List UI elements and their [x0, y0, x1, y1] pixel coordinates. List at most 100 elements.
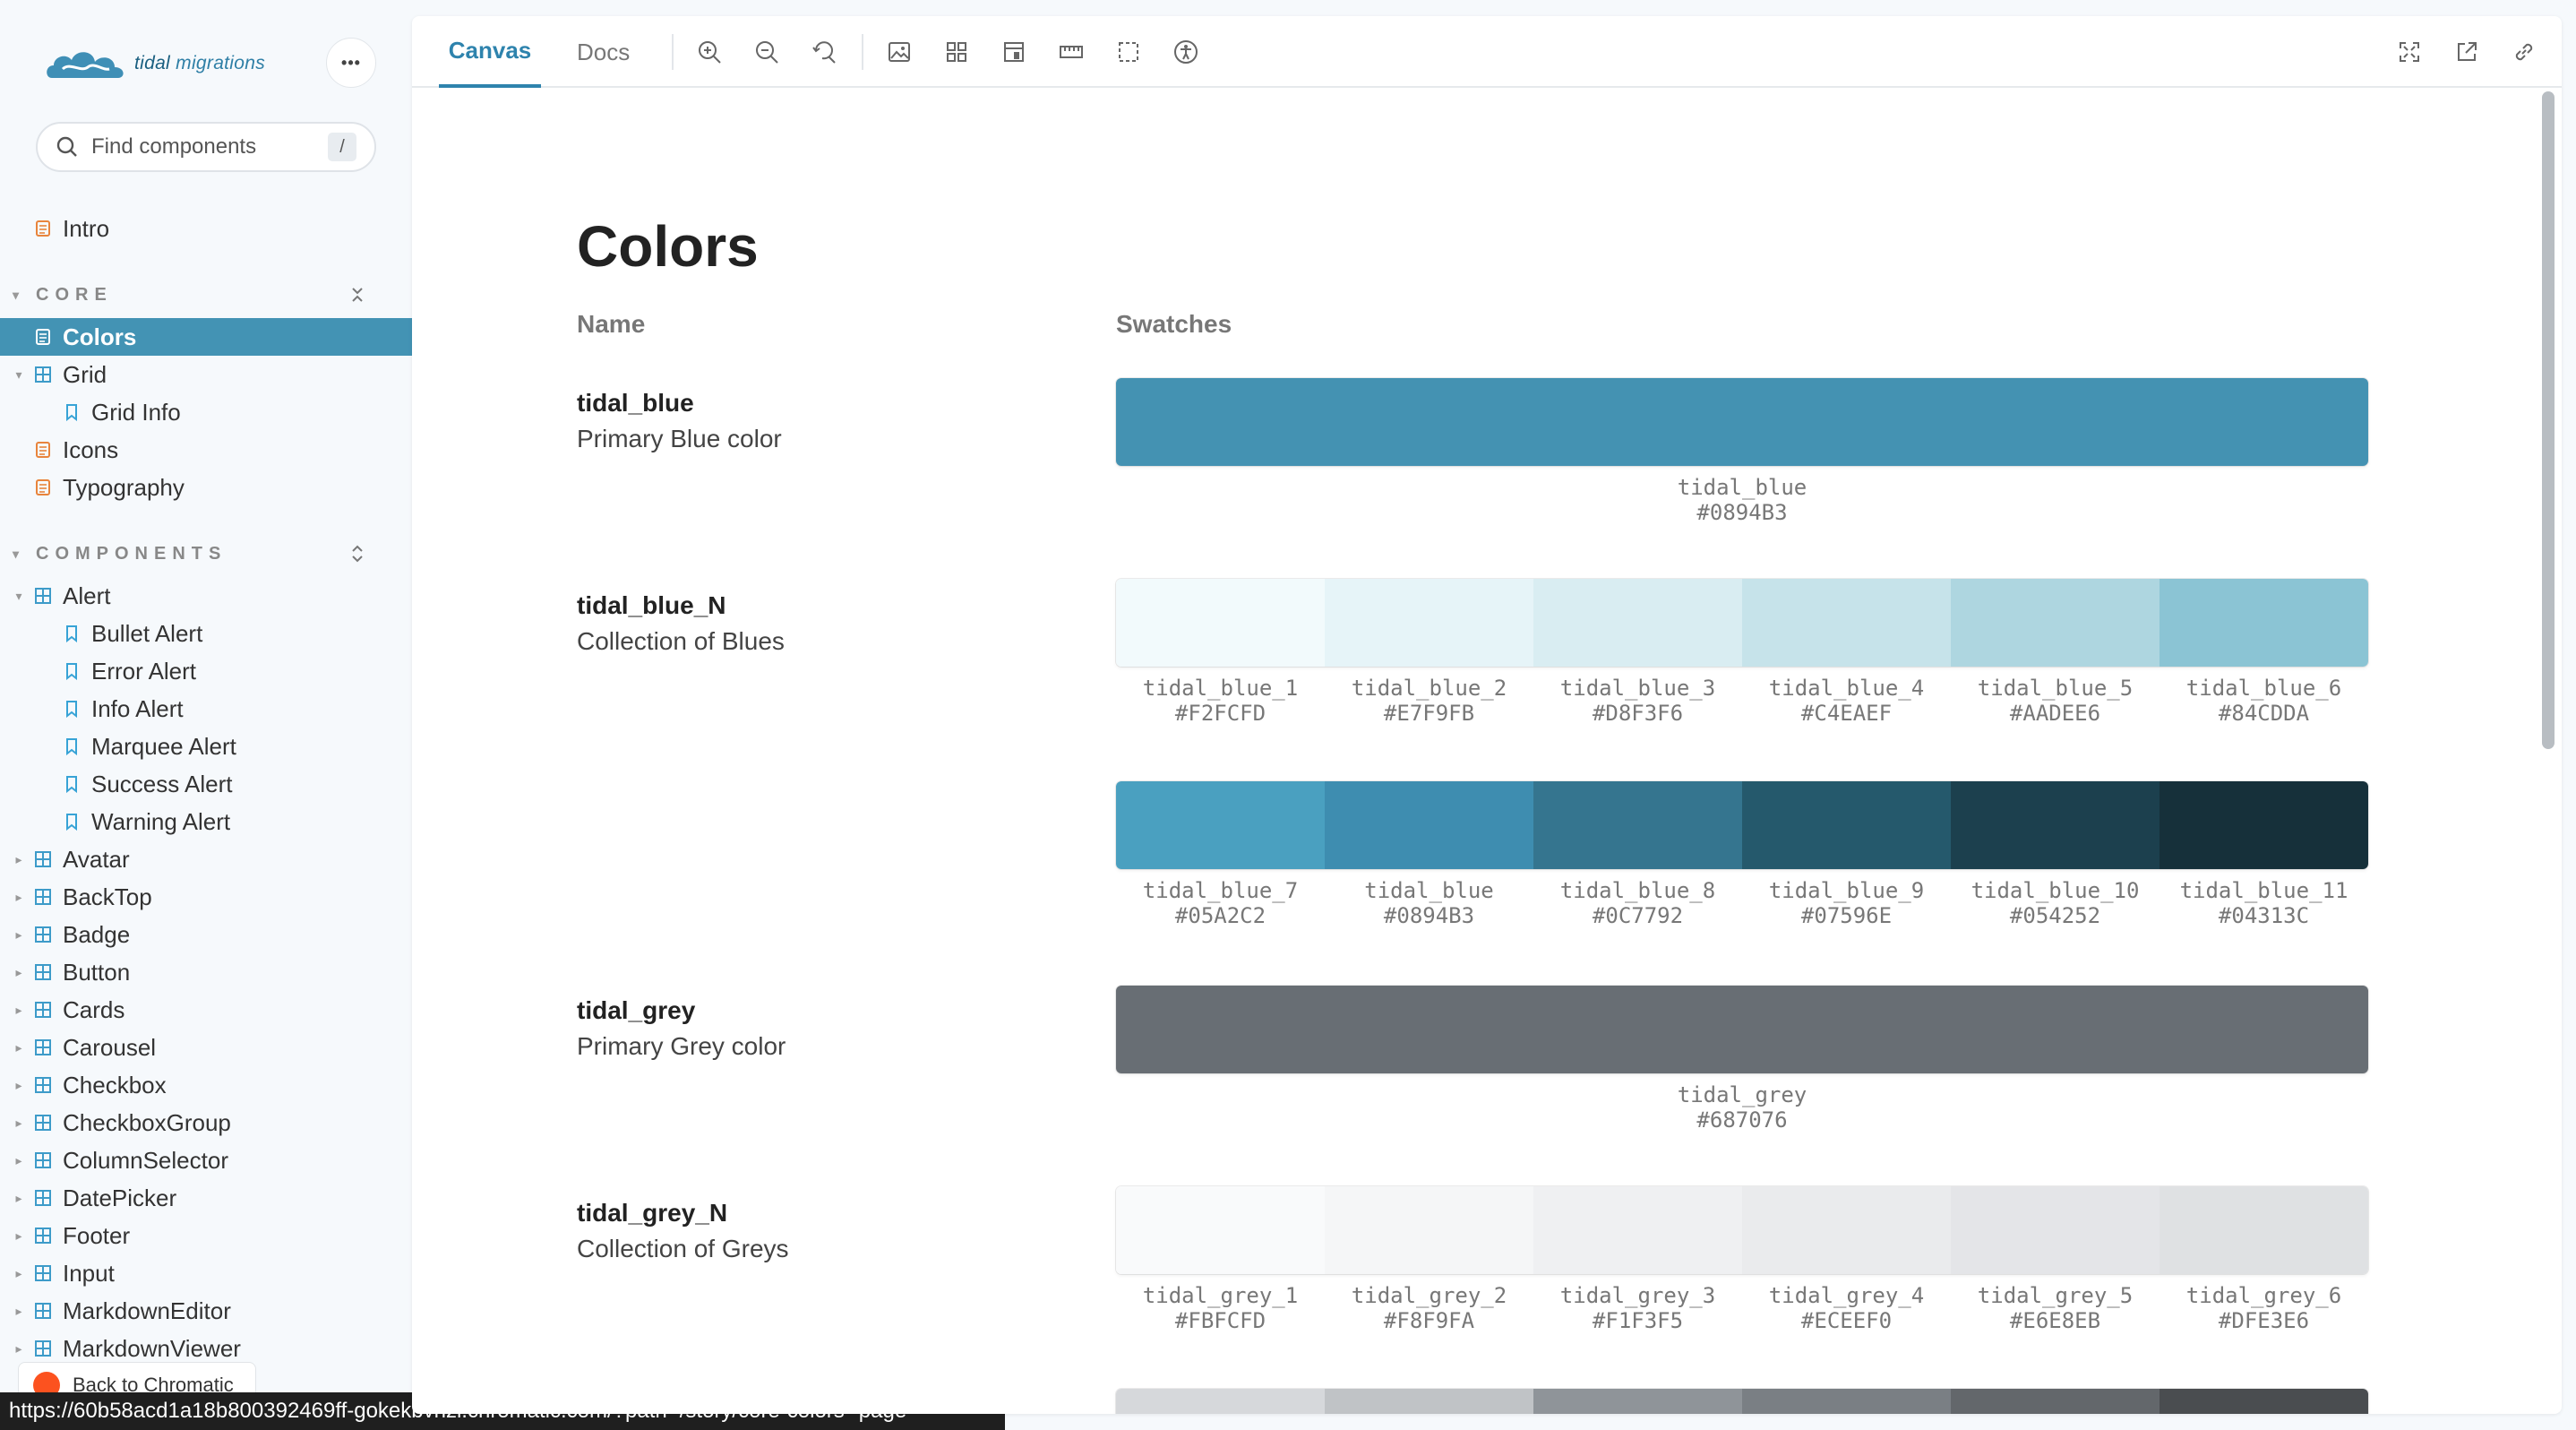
- sidebar-item-label: MarkdownEditor: [63, 1296, 231, 1324]
- bookmark-icon: [66, 625, 77, 642]
- section-components[interactable]: ▾ COMPONENTS: [0, 535, 412, 573]
- sidebar-item-colors[interactable]: Colors: [0, 318, 412, 356]
- sidebar-item-warning-alert[interactable]: Warning Alert: [0, 803, 412, 840]
- sidebar-item-label: ColumnSelector: [63, 1146, 228, 1174]
- open-new-tab-icon[interactable]: [2452, 38, 2481, 66]
- color-group-name: tidal_blue: [577, 389, 694, 417]
- swatch-label: tidal_blue_6: [2185, 676, 2342, 701]
- color-swatch: [1951, 781, 2160, 869]
- swatch-caption: tidal_blue_2 #E7F9FB: [1325, 676, 1533, 726]
- sidebar-item-backtop[interactable]: ▸ BackTop: [0, 878, 412, 916]
- background-image-icon[interactable]: [885, 38, 914, 66]
- component-icon: [35, 1265, 51, 1281]
- swatch-hex: #C4EAEF: [1800, 701, 1893, 726]
- docs-content: Colors Name Swatches tidal_blue Primary …: [412, 88, 2526, 1414]
- sidebar-item-intro[interactable]: Intro: [0, 210, 412, 247]
- sidebar-item-icons[interactable]: Icons: [0, 431, 412, 469]
- sidebar-item-grid[interactable]: ▾ Grid: [0, 356, 412, 393]
- swatch-label: tidal_blue_4: [1768, 676, 1925, 701]
- sidebar-item-label: Bullet Alert: [91, 619, 203, 647]
- preview-panel: Canvas Docs Colors Name Swatches tidal_b…: [412, 16, 2562, 1414]
- chevron-down-icon: ▾: [15, 366, 22, 382]
- sidebar-item-markdowneditor[interactable]: ▸ MarkdownEditor: [0, 1292, 412, 1330]
- swatch-captions: tidal_blue_7 #05A2C2 tidal_blue #0894B3 tida…: [1116, 878, 2368, 928]
- swatch-caption: tidal_blue #0894B3: [1325, 878, 1533, 928]
- fullscreen-icon[interactable]: [2395, 38, 2424, 66]
- grid-icon[interactable]: [942, 38, 971, 66]
- collapse-all-icon[interactable]: [348, 285, 367, 305]
- sidebar-item-error-alert[interactable]: Error Alert: [0, 652, 412, 690]
- zoom-in-icon[interactable]: [695, 38, 724, 66]
- swatch-strip: [1116, 1389, 2368, 1414]
- sidebar-item-input[interactable]: ▸ Input: [0, 1254, 412, 1292]
- tab-docs[interactable]: Docs: [577, 16, 630, 88]
- zoom-out-icon[interactable]: [752, 38, 781, 66]
- chevron-right-icon: ▸: [15, 889, 22, 904]
- color-group-description: Primary Grey color: [577, 1032, 786, 1060]
- sidebar-item-button[interactable]: ▸ Button: [0, 953, 412, 991]
- sidebar-item-cards[interactable]: ▸ Cards: [0, 991, 412, 1029]
- swatch-label: tidal_blue_7: [1142, 878, 1299, 903]
- color-swatch: [1742, 781, 1951, 869]
- sidebar-item-carousel[interactable]: ▸ Carousel: [0, 1029, 412, 1066]
- sidebar-item-typography[interactable]: Typography: [0, 469, 412, 506]
- tab-canvas[interactable]: Canvas: [439, 16, 541, 88]
- sidebar-item-alert[interactable]: ▾ Alert: [0, 577, 412, 615]
- viewport-icon[interactable]: [1000, 38, 1028, 66]
- swatch-label: tidal_grey_3: [1559, 1283, 1716, 1308]
- sidebar-item-label: Warning Alert: [91, 807, 231, 835]
- color-swatch: [2160, 1186, 2368, 1274]
- sidebar-item-badge[interactable]: ▸ Badge: [0, 916, 412, 953]
- swatch-hex: #E6E8EB: [2009, 1308, 2101, 1333]
- swatch-caption: tidal_blue_4 #C4EAEF: [1742, 676, 1951, 726]
- chevron-right-icon: ▸: [15, 926, 22, 942]
- swatch-caption: tidal_blue_6 #84CDDA: [2160, 676, 2368, 726]
- sidebar-item-checkbox[interactable]: ▸ Checkbox: [0, 1066, 412, 1104]
- accessibility-icon[interactable]: [1172, 38, 1200, 66]
- sidebar-item-marquee-alert[interactable]: Marquee Alert: [0, 728, 412, 765]
- sidebar-item-columnselector[interactable]: ▸ ColumnSelector: [0, 1141, 412, 1179]
- swatch-label: tidal_blue_5: [1977, 676, 2134, 701]
- swatch-caption: tidal_blue_9 #07596E: [1742, 878, 1951, 928]
- component-icon: [35, 1190, 51, 1206]
- document-icon: [36, 329, 50, 345]
- more-options-button[interactable]: •••: [326, 38, 376, 88]
- scrollbar[interactable]: [2542, 91, 2555, 749]
- swatch-hex: #05A2C2: [1174, 903, 1267, 928]
- outline-icon[interactable]: [1114, 38, 1143, 66]
- swatch-label: tidal_grey_5: [1977, 1283, 2134, 1308]
- swatch-caption: tidal_blue_3 #D8F3F6: [1533, 676, 1742, 726]
- sidebar-item-label: Alert: [63, 581, 111, 609]
- expand-all-icon[interactable]: [348, 544, 367, 564]
- component-icon: [35, 1039, 51, 1055]
- search-input[interactable]: Find components: [91, 134, 328, 159]
- sidebar-item-datepicker[interactable]: ▸ DatePicker: [0, 1179, 412, 1217]
- color-swatch: [1116, 781, 1325, 869]
- reset-zoom-icon[interactable]: [810, 38, 838, 66]
- swatch-hex: #F2FCFD: [1174, 701, 1267, 726]
- section-core[interactable]: ▾ CORE: [0, 276, 412, 314]
- chevron-right-icon: ▸: [15, 1228, 22, 1243]
- swatch-captions: tidal_blue_1 #F2FCFD tidal_blue_2 #E7F9FB ti…: [1116, 676, 2368, 726]
- search-field[interactable]: Find components /: [36, 122, 376, 172]
- sidebar-item-info-alert[interactable]: Info Alert: [0, 690, 412, 728]
- sidebar-item-grid-info[interactable]: Grid Info: [0, 393, 412, 431]
- chevron-down-icon: ▾: [12, 287, 26, 302]
- swatch-label: tidal_blue_2: [1351, 676, 1507, 701]
- measure-icon[interactable]: [1057, 38, 1086, 66]
- sidebar-item-checkboxgroup[interactable]: ▸ CheckboxGroup: [0, 1104, 412, 1141]
- sidebar-item-bullet-alert[interactable]: Bullet Alert: [0, 615, 412, 652]
- sidebar-item-footer[interactable]: ▸ Footer: [0, 1217, 412, 1254]
- color-swatch: [1742, 1389, 1951, 1414]
- sidebar-item-label: MarkdownViewer: [63, 1334, 241, 1362]
- sidebar-item-label: Avatar: [63, 845, 130, 873]
- copy-link-icon[interactable]: [2510, 38, 2538, 66]
- swatch-caption: tidal_grey_5 #E6E8EB: [1951, 1283, 2160, 1333]
- logo-text: tidal migrations: [134, 53, 266, 73]
- sidebar-item-success-alert[interactable]: Success Alert: [0, 765, 412, 803]
- sidebar-item-avatar[interactable]: ▸ Avatar: [0, 840, 412, 878]
- color-group-description: Collection of Greys: [577, 1235, 789, 1262]
- section-label: CORE: [36, 284, 113, 305]
- color-swatch: [1742, 1186, 1951, 1274]
- swatch-caption: tidal_blue_8 #0C7792: [1533, 878, 1742, 928]
